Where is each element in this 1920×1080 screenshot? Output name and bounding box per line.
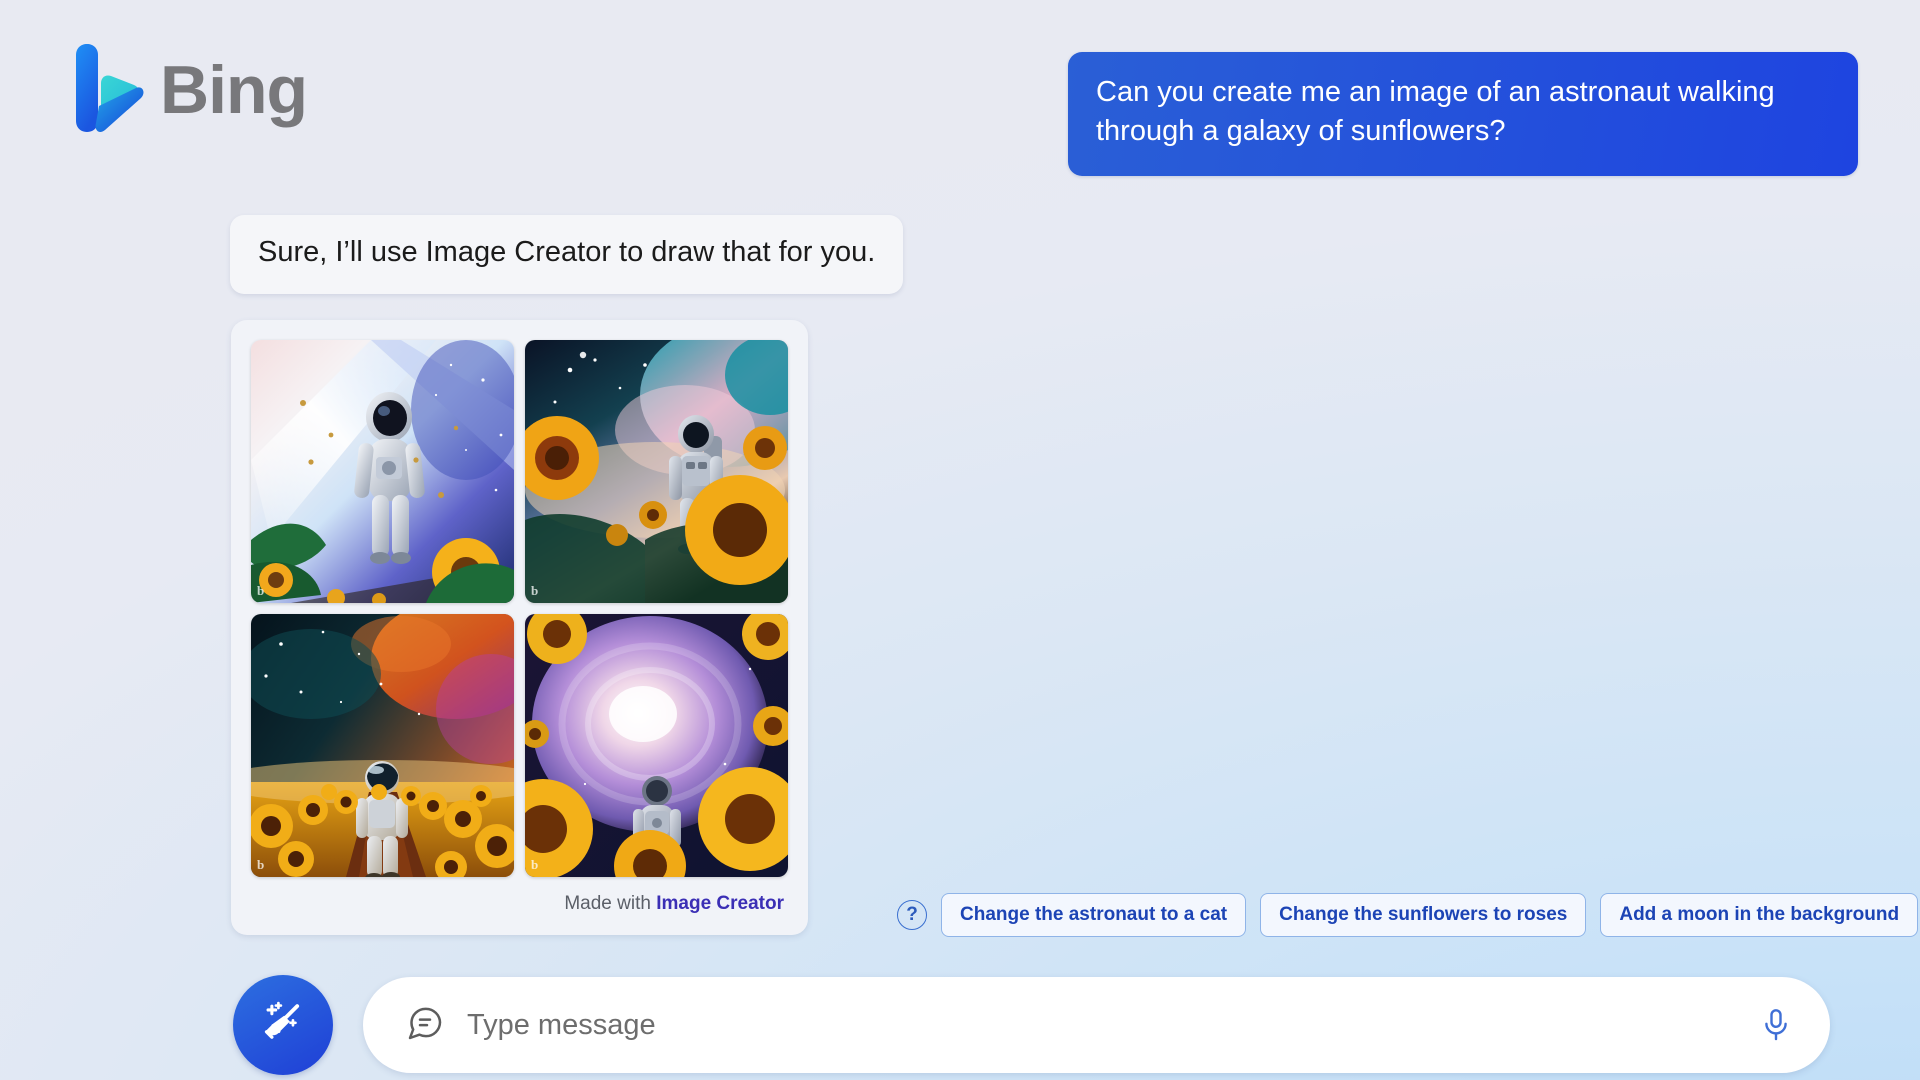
new-topic-button[interactable] (233, 975, 333, 1075)
generated-image-4[interactable]: b (525, 614, 788, 877)
image-results-card: b b b b Made with Image Creator (231, 320, 808, 935)
message-input[interactable] (467, 1008, 1736, 1042)
suggestion-chip-add-moon[interactable]: Add a moon in the background (1600, 893, 1919, 937)
suggestion-chips-row: ? Change the astronaut to a cat Change t… (897, 893, 1919, 937)
microphone-icon[interactable] (1758, 1007, 1802, 1043)
image-grid: b b b b (251, 340, 788, 877)
message-composer[interactable] (363, 977, 1830, 1073)
image-watermark: b (257, 583, 265, 598)
image-card-footer: Made with Image Creator (251, 893, 788, 915)
image-creator-link[interactable]: Image Creator (656, 893, 784, 914)
suggestion-chip-change-astronaut[interactable]: Change the astronaut to a cat (941, 893, 1247, 937)
made-with-label: Made with (564, 893, 657, 914)
bot-message-bubble: Sure, I’ll use Image Creator to draw tha… (230, 215, 904, 294)
suggestion-chip-change-sunflowers[interactable]: Change the sunflowers to roses (1260, 893, 1587, 937)
chat-bubble-lines-icon (405, 1003, 445, 1048)
generated-image-1[interactable]: b (251, 340, 514, 603)
user-message-bubble: Can you create me an image of an astrona… (1068, 52, 1858, 176)
image-watermark: b (257, 857, 265, 872)
generated-image-3[interactable]: b (251, 614, 514, 877)
image-watermark: b (531, 583, 539, 598)
broom-sparkle-icon (260, 1000, 306, 1051)
image-watermark: b (531, 857, 539, 872)
user-message-row: Can you create me an image of an astrona… (0, 52, 1858, 176)
question-mark-icon[interactable]: ? (897, 900, 927, 930)
generated-image-2[interactable]: b (525, 340, 788, 603)
